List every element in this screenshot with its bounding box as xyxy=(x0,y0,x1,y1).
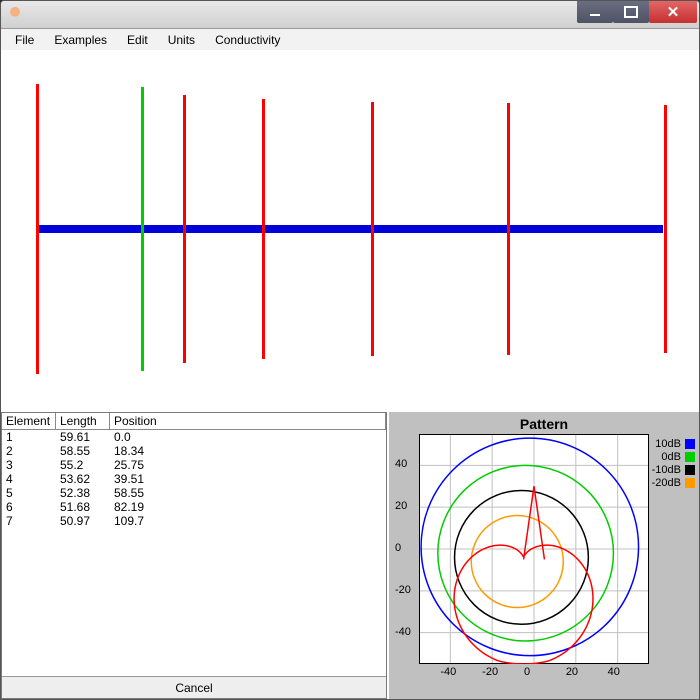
legend-item: -10dB xyxy=(652,464,695,476)
pattern-chart xyxy=(419,434,649,664)
table-row[interactable]: 355.225.75 xyxy=(2,458,386,472)
x-tick: 0 xyxy=(524,666,530,678)
col-element: Element xyxy=(2,413,56,429)
menu-units[interactable]: Units xyxy=(158,31,205,49)
table-row[interactable]: 453.6239.51 xyxy=(2,472,386,486)
minimize-button[interactable] xyxy=(577,1,613,23)
window-body: File Examples Edit Units Conductivity El… xyxy=(1,29,699,699)
x-tick: -40 xyxy=(440,666,456,678)
x-tick: 40 xyxy=(608,666,620,678)
y-tick: -20 xyxy=(395,584,411,596)
app-window: File Examples Edit Units Conductivity El… xyxy=(0,0,700,700)
element-table-panel: Element Length Position 159.610.0258.551… xyxy=(1,412,387,699)
menubar: File Examples Edit Units Conductivity xyxy=(1,29,699,51)
titlebar[interactable] xyxy=(1,1,699,29)
x-tick: -20 xyxy=(482,666,498,678)
cancel-button[interactable]: Cancel xyxy=(2,676,386,698)
window-controls xyxy=(577,1,697,23)
y-tick: -40 xyxy=(395,626,411,638)
table-row[interactable]: 159.610.0 xyxy=(2,430,386,444)
element-6[interactable] xyxy=(507,103,510,354)
pattern-legend: 10dB0dB-10dB-20dB xyxy=(652,438,695,490)
boom xyxy=(37,225,663,233)
pattern-title: Pattern xyxy=(389,416,699,432)
table-row[interactable]: 750.97109.7 xyxy=(2,514,386,528)
java-icon xyxy=(7,7,23,23)
element-3[interactable] xyxy=(183,95,186,364)
y-tick: 40 xyxy=(395,458,407,470)
col-position: Position xyxy=(110,413,386,429)
pattern-panel: Pattern 10dB0dB-10dB-20dB -40 -20 0 20 40 -40… xyxy=(389,412,699,699)
element-table: Element Length Position 159.610.0258.551… xyxy=(2,413,386,676)
col-length: Length xyxy=(56,413,110,429)
element-7[interactable] xyxy=(664,105,667,353)
element-5[interactable] xyxy=(371,102,374,357)
menu-examples[interactable]: Examples xyxy=(44,31,117,49)
table-row[interactable]: 651.6882.19 xyxy=(2,500,386,514)
maximize-button[interactable] xyxy=(613,1,649,23)
lower-panels: Element Length Position 159.610.0258.551… xyxy=(1,411,699,699)
table-header: Element Length Position xyxy=(2,413,386,430)
legend-item: 10dB xyxy=(652,438,695,450)
menu-file[interactable]: File xyxy=(5,31,44,49)
antenna-diagram xyxy=(1,51,699,411)
y-tick: 0 xyxy=(395,542,401,554)
element-1[interactable] xyxy=(36,84,39,374)
table-row[interactable]: 552.3858.55 xyxy=(2,486,386,500)
legend-item: -20dB xyxy=(652,477,695,489)
legend-item: 0dB xyxy=(652,451,695,463)
table-row[interactable]: 258.5518.34 xyxy=(2,444,386,458)
close-button[interactable] xyxy=(649,1,697,23)
x-tick: 20 xyxy=(566,666,578,678)
menu-conductivity[interactable]: Conductivity xyxy=(205,31,290,49)
driven-element[interactable] xyxy=(141,87,144,372)
element-4[interactable] xyxy=(262,99,265,360)
y-tick: 20 xyxy=(395,500,407,512)
menu-edit[interactable]: Edit xyxy=(117,31,158,49)
